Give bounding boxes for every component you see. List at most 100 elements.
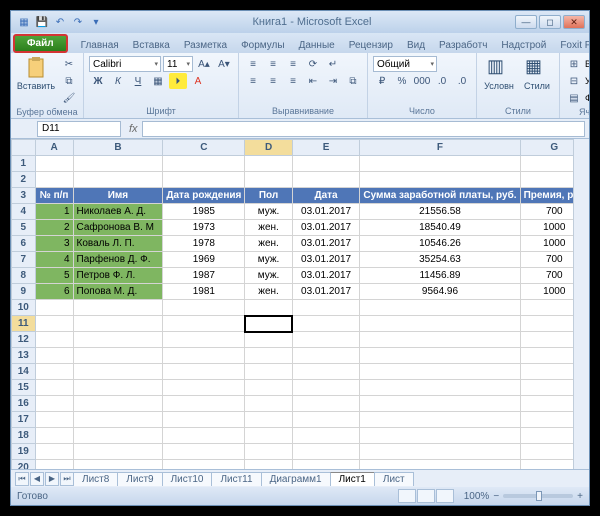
row-header[interactable]: 2 xyxy=(12,172,36,188)
cell[interactable]: 18540.49 xyxy=(360,220,520,236)
cell[interactable] xyxy=(245,332,292,348)
cell[interactable]: 2 xyxy=(35,220,73,236)
cell[interactable] xyxy=(292,156,360,172)
column-header[interactable]: A xyxy=(35,140,73,156)
orientation-icon[interactable]: ⟳ xyxy=(304,56,322,72)
cell[interactable]: Сафронова В. М xyxy=(73,220,163,236)
next-sheet-button[interactable]: ▶ xyxy=(45,472,59,486)
row-header[interactable]: 5 xyxy=(12,220,36,236)
cut-icon[interactable]: ✂ xyxy=(60,56,78,72)
format-painter-icon[interactable]: 🖌 xyxy=(60,90,78,106)
table-header-cell[interactable]: № п/п xyxy=(35,188,73,204)
cell[interactable] xyxy=(35,428,73,444)
name-box[interactable]: D11 xyxy=(37,121,121,137)
cell[interactable]: Петров Ф. Л. xyxy=(73,268,163,284)
font-color-button[interactable]: A xyxy=(189,73,207,89)
cell[interactable] xyxy=(35,380,73,396)
cell[interactable] xyxy=(35,300,73,316)
cell[interactable]: 4 xyxy=(35,252,73,268)
ribbon-tab[interactable]: Главная xyxy=(74,38,126,53)
cell[interactable] xyxy=(163,396,245,412)
font-name-combo[interactable]: Calibri▾ xyxy=(89,56,161,72)
cell[interactable] xyxy=(163,316,245,332)
cell[interactable] xyxy=(35,172,73,188)
select-all-corner[interactable] xyxy=(12,140,36,156)
cell-styles-button[interactable]: ▦ Стили xyxy=(520,56,554,91)
ribbon-tab[interactable]: Формулы xyxy=(234,38,292,53)
format-cells-icon[interactable]: ▤ xyxy=(565,90,583,106)
row-header[interactable]: 15 xyxy=(12,380,36,396)
cell[interactable] xyxy=(360,444,520,460)
cell[interactable] xyxy=(292,380,360,396)
cell[interactable] xyxy=(163,300,245,316)
cell[interactable] xyxy=(292,348,360,364)
sheet-tab[interactable]: Лист1 xyxy=(330,472,375,486)
cell[interactable] xyxy=(73,460,163,470)
cell[interactable] xyxy=(245,156,292,172)
cell[interactable] xyxy=(245,428,292,444)
cell[interactable] xyxy=(360,412,520,428)
cell[interactable]: 03.01.2017 xyxy=(292,252,360,268)
cell[interactable]: Николаев А. Д. xyxy=(73,204,163,220)
cell[interactable] xyxy=(163,444,245,460)
cell[interactable] xyxy=(360,396,520,412)
cell[interactable] xyxy=(292,412,360,428)
cell[interactable] xyxy=(245,300,292,316)
fx-icon[interactable]: fx xyxy=(129,123,138,135)
cell[interactable] xyxy=(35,412,73,428)
cell[interactable]: 9564.96 xyxy=(360,284,520,300)
table-header-cell[interactable]: Имя xyxy=(73,188,163,204)
cell[interactable]: Коваль Л. П. xyxy=(73,236,163,252)
column-header[interactable]: F xyxy=(360,140,520,156)
wrap-text-icon[interactable]: ↵ xyxy=(324,56,342,72)
cell[interactable] xyxy=(360,172,520,188)
cell[interactable]: 10546.26 xyxy=(360,236,520,252)
cell[interactable] xyxy=(292,332,360,348)
ribbon-tab[interactable]: Разработч xyxy=(432,38,494,53)
cell[interactable] xyxy=(163,364,245,380)
row-header[interactable]: 20 xyxy=(12,460,36,470)
cell[interactable]: 03.01.2017 xyxy=(292,236,360,252)
cell[interactable]: 1985 xyxy=(163,204,245,220)
cell[interactable] xyxy=(73,332,163,348)
prev-sheet-button[interactable]: ◀ xyxy=(30,472,44,486)
conditional-formatting-button[interactable]: ▥ Условн xyxy=(482,56,516,91)
bold-button[interactable]: Ж xyxy=(89,73,107,89)
row-header[interactable]: 1 xyxy=(12,156,36,172)
cell[interactable] xyxy=(35,364,73,380)
row-header[interactable]: 14 xyxy=(12,364,36,380)
cell[interactable]: 03.01.2017 xyxy=(292,204,360,220)
cell[interactable]: 35254.63 xyxy=(360,252,520,268)
cell[interactable]: Парфенов Д. Ф. xyxy=(73,252,163,268)
sheet-tab[interactable]: Лист11 xyxy=(211,472,261,486)
vertical-scrollbar[interactable] xyxy=(573,139,589,469)
ribbon-tab[interactable]: Надстрой xyxy=(494,38,553,53)
increase-decimal-icon[interactable]: .0 xyxy=(433,73,451,89)
row-header[interactable]: 10 xyxy=(12,300,36,316)
decrease-decimal-icon[interactable]: .0 xyxy=(453,73,471,89)
zoom-slider[interactable] xyxy=(503,494,573,498)
column-header[interactable]: D xyxy=(245,140,292,156)
table-header-cell[interactable]: Пол xyxy=(245,188,292,204)
row-header[interactable]: 9 xyxy=(12,284,36,300)
cell[interactable] xyxy=(292,364,360,380)
redo-icon[interactable]: ↷ xyxy=(71,15,85,29)
ribbon-tab[interactable]: Рецензир xyxy=(342,38,400,53)
cell[interactable] xyxy=(35,156,73,172)
first-sheet-button[interactable]: ⏮ xyxy=(15,472,29,486)
cell[interactable]: 1978 xyxy=(163,236,245,252)
cell[interactable] xyxy=(35,348,73,364)
zoom-in-button[interactable]: + xyxy=(577,491,583,502)
cell[interactable] xyxy=(163,172,245,188)
italic-button[interactable]: К xyxy=(109,73,127,89)
ribbon-tab[interactable]: Данные xyxy=(292,38,342,53)
grow-font-icon[interactable]: A▴ xyxy=(195,56,213,72)
last-sheet-button[interactable]: ⏭ xyxy=(60,472,74,486)
cell[interactable]: муж. xyxy=(245,252,292,268)
underline-button[interactable]: Ч xyxy=(129,73,147,89)
cell[interactable]: 5 xyxy=(35,268,73,284)
align-center-icon[interactable]: ≡ xyxy=(264,73,282,89)
cell[interactable] xyxy=(73,412,163,428)
row-header[interactable]: 12 xyxy=(12,332,36,348)
indent-dec-icon[interactable]: ⇤ xyxy=(304,73,322,89)
